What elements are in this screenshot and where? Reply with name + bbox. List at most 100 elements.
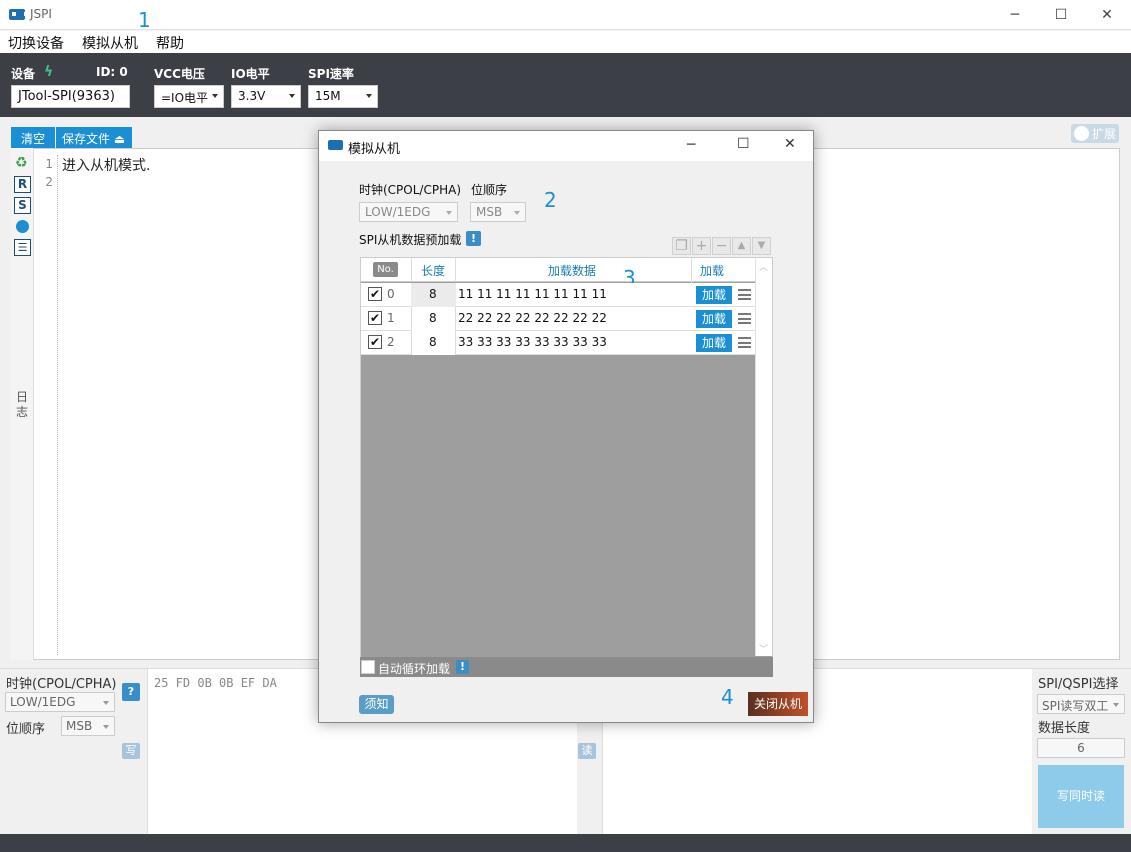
menu-switch-device[interactable]: 切换设备 <box>8 33 64 53</box>
chevron-down-icon <box>103 701 109 705</box>
close-button[interactable]: ✕ <box>1084 0 1130 30</box>
title-bar <box>0 0 1131 30</box>
dialog-order-select[interactable]: MSB <box>470 202 526 222</box>
header-length: 长度 <box>421 264 446 278</box>
minimize-icon: ─ <box>1010 7 1020 23</box>
vcc-select[interactable]: =IO电平 <box>154 85 224 108</box>
chevron-up-icon[interactable]: ︿ <box>759 260 768 273</box>
header-data: 加载数据 <box>548 264 597 278</box>
auto-loop-label: 自动循环加载 <box>378 662 451 676</box>
dialog-clock-select[interactable]: LOW/1EDG <box>359 202 458 222</box>
dialog-minimize-icon[interactable]: ─ <box>687 137 695 153</box>
lightning-icon: ϟ <box>44 64 54 80</box>
close-icon: ✕ <box>1101 7 1113 23</box>
menu-icon[interactable] <box>738 289 751 300</box>
clear-button[interactable]: 清空 <box>11 127 55 148</box>
spi-rate-value: 15M <box>315 89 341 103</box>
chevron-down-icon[interactable]: ﹀ <box>759 642 768 655</box>
plus-icon[interactable]: + <box>692 237 711 255</box>
clock-label: 时钟(CPOL/CPHA) <box>6 677 117 692</box>
chevron-down-icon <box>1113 703 1119 707</box>
list-icon[interactable]: ☰ <box>14 239 31 256</box>
load-button[interactable]: 加载 <box>696 310 732 328</box>
clock-icon[interactable] <box>16 220 29 233</box>
minus-icon[interactable]: − <box>712 237 731 255</box>
notice-button[interactable]: 须知 <box>359 695 394 714</box>
save-file-button[interactable]: 保存文件 ⏏ <box>56 127 132 148</box>
dialog-close-icon[interactable]: ✕ <box>784 136 796 152</box>
load-button[interactable]: 加载 <box>696 286 732 304</box>
arrow-up-icon[interactable]: ▲ <box>732 237 751 255</box>
header-load: 加载 <box>700 264 725 278</box>
dialog-maximize-icon[interactable]: ☐ <box>737 136 750 152</box>
chevron-down-icon <box>212 94 218 98</box>
annotation-2: 2 <box>544 188 557 212</box>
row-data[interactable]: 33 33 33 33 33 33 33 33 <box>458 335 607 349</box>
menu-help[interactable]: 帮助 <box>156 33 184 53</box>
device-name-field[interactable]: JTool-SPI(9363) <box>11 85 130 108</box>
io-level-select[interactable]: 3.3V <box>231 85 301 108</box>
length-field[interactable]: 6 <box>1037 738 1125 758</box>
row-checkbox[interactable]: ✔ <box>368 335 382 349</box>
row-length: 8 <box>429 287 437 301</box>
menu-simulate-slave[interactable]: 模拟从机 <box>82 33 138 53</box>
dialog-order-value: MSB <box>476 205 503 219</box>
device-bar: 设备 ϟ ID: 0 VCC电压 IO电平 SPI速率 JTool-SPI(93… <box>0 53 1131 117</box>
row-no: 2 <box>387 335 395 349</box>
minimize-button[interactable]: ─ <box>992 0 1038 30</box>
spi-rate-label: SPI速率 <box>308 67 354 81</box>
row-no: 1 <box>387 311 395 325</box>
row-length: 8 <box>429 311 437 325</box>
line-number: 1 <box>45 157 53 171</box>
info-icon[interactable]: ! <box>466 231 481 246</box>
toggle-knob <box>1074 126 1089 141</box>
chevron-down-icon <box>366 94 372 98</box>
clock-select[interactable]: LOW/1EDG <box>5 692 115 712</box>
device-id: ID: 0 <box>96 65 128 79</box>
write-button[interactable]: 写 <box>122 743 140 759</box>
chevron-down-icon <box>514 211 520 215</box>
spi-rate-select[interactable]: 15M <box>308 85 378 108</box>
mode-value: SPI读写双工 <box>1042 699 1109 713</box>
record-s-icon[interactable]: S <box>14 197 31 214</box>
save-file-label: 保存文件 <box>62 132 111 146</box>
dialog-clock-value: LOW/1EDG <box>365 205 431 219</box>
order-label: 位顺序 <box>6 722 46 737</box>
order-select[interactable]: MSB <box>61 716 115 736</box>
menu-icon[interactable] <box>738 337 751 348</box>
mode-label: SPI/QSPI选择 <box>1038 677 1119 692</box>
copy-icon[interactable]: ❐ <box>672 237 691 255</box>
write-hex-data: 25 FD 0B 0B EF DA <box>154 676 277 690</box>
dialog-order-label: 位顺序 <box>471 183 508 197</box>
help-button[interactable]: ? <box>122 683 140 701</box>
arrow-down-icon[interactable]: ▼ <box>752 237 771 255</box>
jspi-app-icon <box>328 140 343 150</box>
row-checkbox[interactable]: ✔ <box>368 311 382 325</box>
write-read-button[interactable]: 写同时读 <box>1038 765 1124 828</box>
recycle-icon[interactable]: ♻ <box>15 155 28 171</box>
header-no: No. <box>373 262 398 277</box>
chevron-down-icon <box>289 94 295 98</box>
expand-label: 扩展 <box>1092 127 1117 141</box>
row-data[interactable]: 11 11 11 11 11 11 11 11 <box>458 287 607 301</box>
load-button[interactable]: 加载 <box>696 334 732 352</box>
row-checkbox[interactable]: ✔ <box>368 287 382 301</box>
maximize-button[interactable]: ☐ <box>1038 0 1084 30</box>
maximize-icon: ☐ <box>1054 7 1068 23</box>
auto-loop-checkbox[interactable] <box>361 660 375 674</box>
preload-label: SPI从机数据预加载 <box>359 233 462 247</box>
length-label: 数据长度 <box>1038 721 1091 736</box>
menu-icon[interactable] <box>738 313 751 324</box>
window-title: JSPI <box>30 7 52 21</box>
status-bar <box>0 834 1131 852</box>
read-button[interactable]: 读 <box>578 743 596 759</box>
row-data[interactable]: 22 22 22 22 22 22 22 22 <box>458 311 607 325</box>
log-text: 进入从机模式. <box>62 158 151 174</box>
chevron-down-icon <box>446 211 452 215</box>
close-slave-button[interactable]: 关闭从机 <box>748 692 808 716</box>
mode-select[interactable]: SPI读写双工 <box>1037 694 1125 714</box>
table-scrollbar[interactable] <box>755 258 772 656</box>
info-icon[interactable]: ! <box>456 660 469 674</box>
chevron-down-icon <box>103 725 109 729</box>
record-r-icon[interactable]: R <box>14 176 31 193</box>
